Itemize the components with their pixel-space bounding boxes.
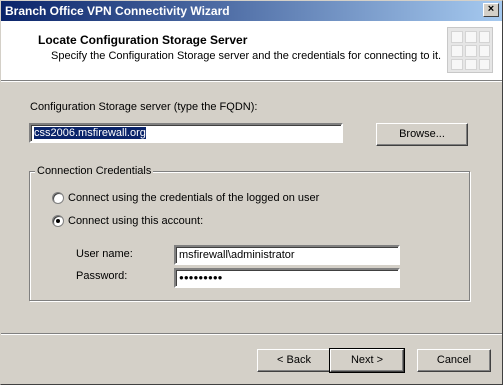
password-label: Password: bbox=[76, 270, 128, 282]
username-label: User name: bbox=[76, 248, 133, 260]
radio-logged-on-user-label[interactable]: Connect using the credentials of the log… bbox=[68, 192, 319, 204]
footer-divider bbox=[1, 333, 502, 335]
browse-button-label: Browse... bbox=[399, 128, 445, 140]
cancel-button[interactable]: Cancel bbox=[417, 349, 491, 372]
back-button[interactable]: < Back bbox=[257, 349, 331, 372]
close-button[interactable]: × bbox=[483, 3, 499, 17]
cancel-button-label: Cancel bbox=[436, 354, 472, 366]
radio-selected-dot bbox=[56, 219, 60, 223]
wizard-window: Branch Office VPN Connectivity Wizard × … bbox=[0, 0, 503, 385]
next-button-label: Next > bbox=[350, 354, 384, 366]
password-input[interactable]: ●●●●●●●●● bbox=[174, 268, 400, 288]
radio-logged-on-user[interactable] bbox=[52, 192, 64, 204]
header-divider bbox=[1, 80, 502, 82]
username-input[interactable]: msfirewall\administrator bbox=[174, 245, 400, 265]
page-title: Locate Configuration Storage Server bbox=[38, 33, 248, 47]
server-input[interactable]: css2006.msfirewall.org bbox=[29, 123, 343, 143]
radio-this-account[interactable] bbox=[52, 215, 64, 227]
title-bar[interactable]: Branch Office VPN Connectivity Wizard × bbox=[1, 1, 502, 21]
back-button-label: < Back bbox=[277, 354, 311, 366]
wizard-header: Locate Configuration Storage Server Spec… bbox=[1, 21, 502, 80]
window-title: Branch Office VPN Connectivity Wizard bbox=[5, 4, 230, 18]
browse-button[interactable]: Browse... bbox=[376, 123, 468, 146]
page-subtitle: Specify the Configuration Storage server… bbox=[51, 50, 442, 62]
group-caption: Connection Credentials bbox=[35, 165, 154, 177]
radio-this-account-label[interactable]: Connect using this account: bbox=[68, 215, 203, 227]
next-button[interactable]: Next > bbox=[329, 348, 405, 373]
wizard-banner-icon bbox=[447, 27, 493, 73]
server-label: Configuration Storage server (type the F… bbox=[30, 101, 258, 113]
server-input-value: css2006.msfirewall.org bbox=[34, 127, 146, 139]
